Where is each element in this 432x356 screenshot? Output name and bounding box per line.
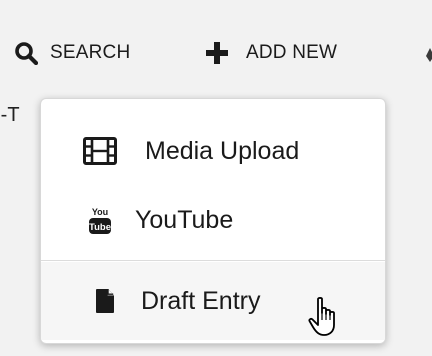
search-button[interactable]: Search xyxy=(14,36,130,70)
youtube-icon: You Tube xyxy=(89,207,111,234)
menu-item-media-upload[interactable]: Media Upload xyxy=(41,121,385,181)
add-new-button[interactable]: Add New xyxy=(206,36,337,70)
menu-item-youtube[interactable]: You Tube YouTube xyxy=(41,192,385,248)
document-icon xyxy=(96,289,114,313)
search-icon xyxy=(15,42,38,65)
search-label: Search xyxy=(50,42,131,63)
background-partial-text: )-T xyxy=(0,104,20,126)
menu-item-label: YouTube xyxy=(135,205,234,234)
menu-item-label: Media Upload xyxy=(145,136,300,165)
truncated-toolbar-icon[interactable] xyxy=(424,46,432,64)
plus-icon xyxy=(206,42,228,64)
film-icon xyxy=(83,137,117,165)
add-new-label: Add New xyxy=(246,42,338,63)
menu-divider xyxy=(41,260,385,261)
svg-text:Tube: Tube xyxy=(89,222,111,233)
svg-text:You: You xyxy=(92,207,108,217)
toolbar: Search Add New xyxy=(0,0,432,100)
hand-pointer-cursor-icon xyxy=(308,296,335,336)
menu-item-label: Draft Entry xyxy=(141,286,261,315)
